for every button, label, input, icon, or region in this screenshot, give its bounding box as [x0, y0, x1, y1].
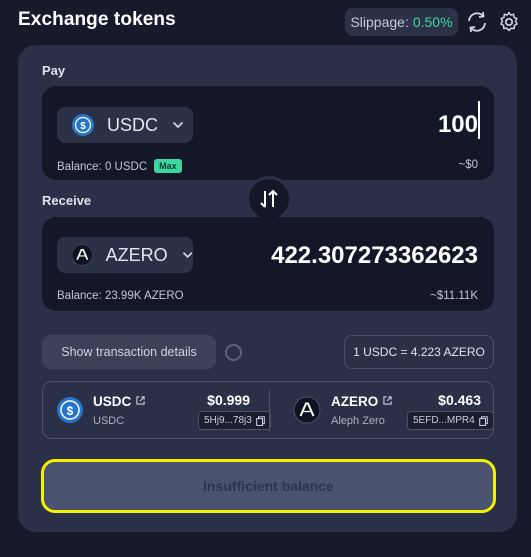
exchange-card: Pay $ USDC 100 Balance: 0 USDCMax ~$0 R	[18, 45, 517, 532]
exchange-rate: 1 USDC = 4.223 AZERO	[344, 335, 494, 369]
token-address-button[interactable]: 5Hj9...78j3	[198, 411, 271, 430]
copy-icon	[256, 415, 265, 426]
info-divider	[269, 390, 270, 431]
pay-usd-value: ~$0	[458, 159, 478, 171]
token-address-text: 5Hj9...78j3	[204, 415, 252, 426]
token-symbol-text: AZERO	[331, 394, 379, 409]
receive-label: Receive	[42, 193, 92, 208]
token-info-name: USDC	[93, 415, 125, 427]
show-details-button[interactable]: Show transaction details	[42, 335, 216, 369]
token-info-price: $0.999	[207, 392, 250, 408]
swap-direction-button[interactable]	[246, 176, 292, 222]
receive-amount: 422.307273362623	[271, 242, 478, 269]
receive-box: AZERO 422.307273362623 Balance: 23.99K A…	[42, 217, 494, 311]
slippage-label: Slippage:	[350, 14, 409, 30]
pay-amount-input[interactable]: 100	[278, 111, 478, 139]
usdc-icon: $	[57, 397, 83, 423]
token-symbol-text: USDC	[93, 394, 132, 409]
pay-box: $ USDC 100 Balance: 0 USDC Max ~$0	[42, 86, 494, 180]
pay-balance: Balance: 0 USDC Max	[57, 159, 182, 173]
azero-icon	[293, 396, 321, 424]
chevron-down-icon	[182, 252, 193, 259]
pay-amount-value: 100	[437, 111, 478, 138]
pay-label: Pay	[42, 63, 66, 78]
token-info-panel: $ USDC USDC $0.999 5Hj9...78j3 AZERO Ale…	[42, 381, 494, 439]
copy-icon	[478, 415, 488, 426]
details-toggle-radio[interactable]	[225, 344, 242, 361]
page-title: Exchange tokens	[18, 9, 176, 30]
token-info-price: $0.463	[438, 392, 481, 408]
receive-token-select[interactable]: AZERO	[57, 237, 193, 273]
max-button[interactable]: Max	[154, 159, 182, 173]
receive-balance: Balance: 23.99K AZERO	[57, 290, 184, 302]
chevron-down-icon	[172, 121, 184, 129]
pay-token-select[interactable]: $ USDC	[57, 107, 193, 143]
slippage-value: 0.50%	[412, 14, 453, 30]
refresh-icon[interactable]	[464, 9, 490, 35]
external-link-icon[interactable]	[136, 396, 145, 405]
token-address-text: 5EFD...MPR4	[413, 415, 475, 426]
insufficient-balance-button[interactable]: Insufficient balance	[41, 459, 496, 513]
receive-usd-value: ~$11.11K	[430, 290, 478, 302]
svg-text:$: $	[80, 121, 86, 132]
token-info-symbol: USDC	[93, 394, 145, 409]
pay-balance-text: Balance: 0 USDC	[57, 161, 148, 173]
slippage-button[interactable]: Slippage: 0.50%	[345, 8, 458, 36]
swap-arrows-icon	[260, 189, 278, 208]
usdc-icon: $	[72, 114, 94, 136]
svg-text:$: $	[67, 404, 74, 418]
receive-token-name: AZERO	[105, 244, 168, 265]
token-info-name: Aleph Zero	[331, 415, 385, 427]
external-link-icon[interactable]	[383, 396, 392, 405]
token-info-symbol: AZERO	[331, 394, 392, 409]
gear-icon[interactable]	[497, 10, 521, 34]
azero-icon	[71, 244, 94, 266]
token-address-button[interactable]: 5EFD...MPR4	[407, 411, 494, 430]
text-caret	[478, 101, 480, 139]
pay-token-name: USDC	[107, 114, 159, 135]
